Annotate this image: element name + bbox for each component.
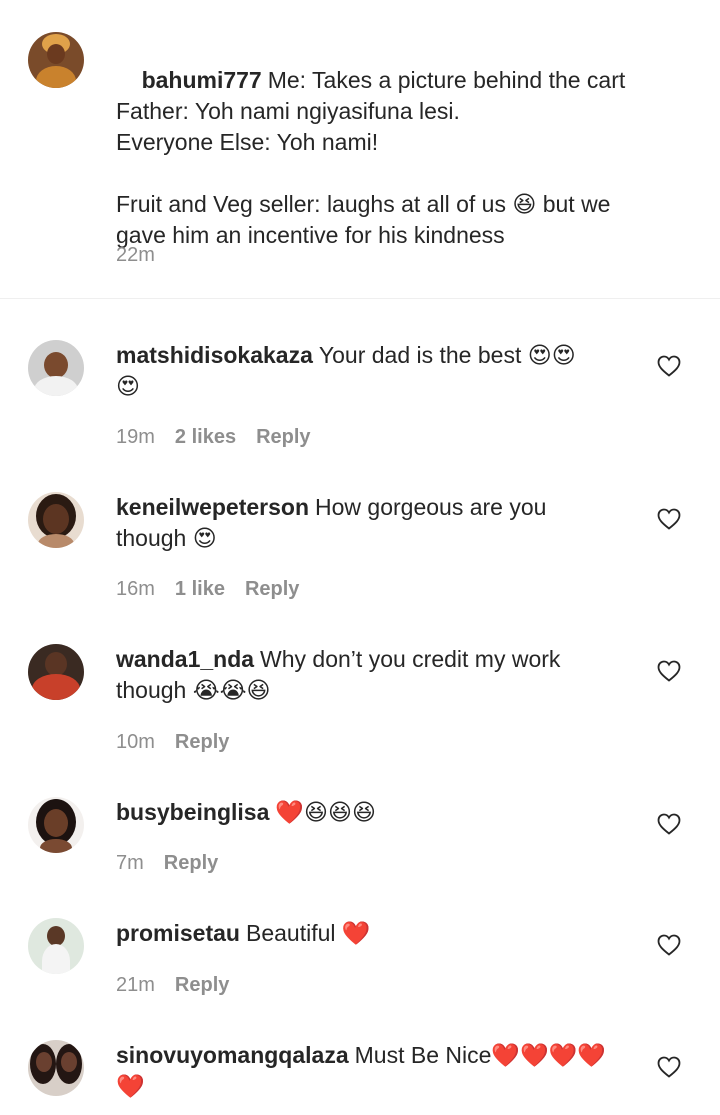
- heart-outline-icon: [657, 508, 681, 530]
- like-button[interactable]: [656, 1054, 682, 1080]
- like-button[interactable]: [656, 353, 682, 379]
- caption-text: bahumi777 Me: Takes a picture behind the …: [116, 34, 646, 251]
- comment-body: Beautiful ❤️: [245, 920, 371, 946]
- comment-username[interactable]: promisetau: [116, 920, 240, 946]
- timestamp: 10m: [116, 731, 155, 753]
- like-button[interactable]: [656, 658, 682, 684]
- comment-text: promisetau Beautiful ❤️: [116, 918, 646, 949]
- comment-meta: 10m Reply: [116, 731, 249, 754]
- comment-username[interactable]: matshidisokakaza: [116, 342, 313, 368]
- comment-text: sinovuyomangqalaza Must Be Nice❤️❤️❤️❤️ ❤…: [116, 1040, 646, 1102]
- avatar[interactable]: [28, 797, 84, 853]
- timestamp: 21m: [116, 974, 155, 996]
- avatar[interactable]: [28, 918, 84, 974]
- likes-count[interactable]: 2 likes: [175, 426, 236, 448]
- comment-meta: 16m 1 like Reply: [116, 578, 319, 601]
- timestamp: 22m: [116, 244, 155, 266]
- like-button[interactable]: [656, 506, 682, 532]
- reply-button[interactable]: Reply: [175, 974, 229, 996]
- avatar[interactable]: [28, 644, 84, 700]
- post-caption: bahumi777 Me: Takes a picture behind the …: [0, 0, 720, 298]
- avatar[interactable]: [28, 492, 84, 548]
- comment-meta: 21m Reply: [116, 974, 249, 997]
- avatar[interactable]: [28, 1040, 84, 1096]
- heart-outline-icon: [657, 355, 681, 377]
- caption-username[interactable]: bahumi777: [142, 67, 262, 93]
- divider: [0, 298, 720, 299]
- heart-outline-icon: [657, 934, 681, 956]
- comment-body: ❤️😆😆😆: [275, 799, 376, 825]
- comment-username[interactable]: busybeinglisa: [116, 799, 269, 825]
- comment-text: busybeinglisa ❤️😆😆😆: [116, 797, 646, 828]
- caption-line: Me: Takes a picture behind the cart: [267, 67, 626, 93]
- like-button[interactable]: [656, 811, 682, 837]
- likes-count[interactable]: 1 like: [175, 578, 225, 600]
- timestamp: 16m: [116, 578, 155, 600]
- comment-username[interactable]: keneilwepeterson: [116, 494, 309, 520]
- timestamp: 19m: [116, 426, 155, 448]
- heart-outline-icon: [657, 813, 681, 835]
- timestamp: 7m: [116, 852, 144, 874]
- heart-outline-icon: [657, 1056, 681, 1078]
- caption-line: Fruit and Veg seller: laughs at all of u…: [116, 191, 611, 217]
- comment-text: wanda1_nda Why don’t you credit my work t…: [116, 644, 646, 706]
- comment-meta: 7m Reply: [116, 852, 238, 875]
- avatar[interactable]: [28, 32, 84, 88]
- comment-text: matshidisokakaza Your dad is the best 😍😍 …: [116, 340, 646, 402]
- comment-meta: 19m 2 likes Reply: [116, 426, 331, 449]
- caption-meta: 22m: [116, 244, 175, 267]
- comment-username[interactable]: sinovuyomangqalaza: [116, 1042, 349, 1068]
- comment-text: keneilwepeterson How gorgeous are you tho…: [116, 492, 646, 554]
- caption-line: Father: Yoh nami ngiyasifuna lesi.: [116, 98, 460, 124]
- avatar[interactable]: [28, 340, 84, 396]
- like-button[interactable]: [656, 932, 682, 958]
- reply-button[interactable]: Reply: [175, 731, 229, 753]
- reply-button[interactable]: Reply: [245, 578, 299, 600]
- heart-outline-icon: [657, 660, 681, 682]
- comment-username[interactable]: wanda1_nda: [116, 646, 254, 672]
- caption-line: Everyone Else: Yoh nami!: [116, 129, 379, 155]
- reply-button[interactable]: Reply: [164, 852, 218, 874]
- reply-button[interactable]: Reply: [256, 426, 310, 448]
